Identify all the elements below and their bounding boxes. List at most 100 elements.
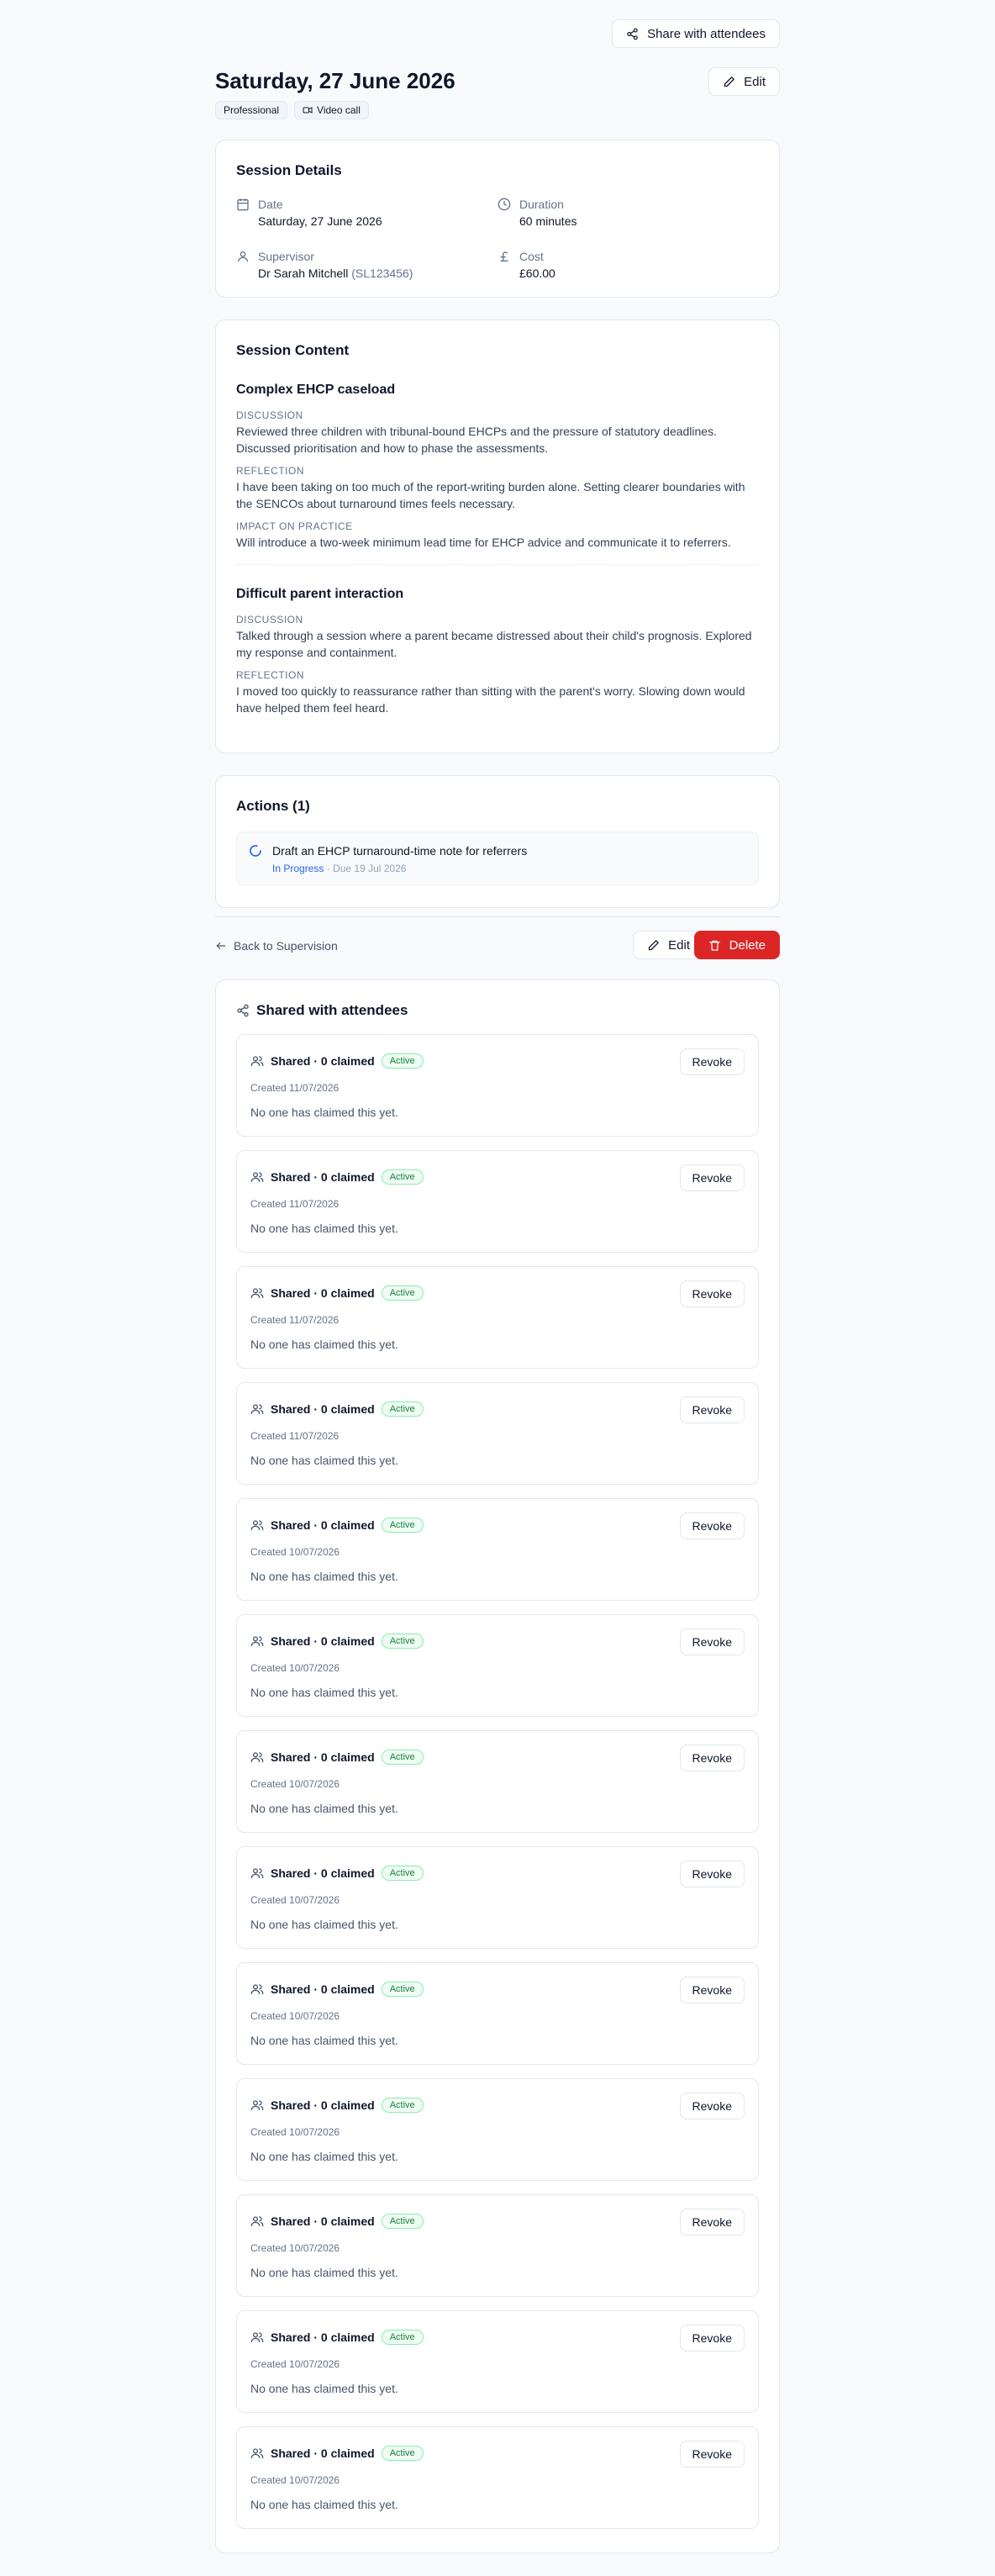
share-link-card: Shared · 0 claimed Active Created 11/07/… [236,1150,759,1253]
revoke-button[interactable]: Revoke [679,1164,745,1191]
users-icon [250,2216,264,2226]
share-link-card: Shared · 0 claimed Active Created 11/07/… [236,1382,759,1485]
section-text: I moved too quickly to reassurance rathe… [236,684,745,715]
section-text: I have been taking on too much of the re… [236,480,745,510]
supervisor-id: (SL123456) [351,267,413,280]
action-status: In Progress [272,863,324,874]
users-icon [250,1288,264,1298]
users-icon [250,1984,264,1994]
share-summary: Shared · 0 claimed [271,1170,375,1184]
section-text: Reviewed three children with tribunal-bo… [236,425,717,455]
action-title: Draft an EHCP turnaround-time note for r… [272,844,528,858]
status-badge: Active [381,1750,424,1765]
pound-icon [500,251,508,261]
share-claim-status: No one has claimed this yet. [250,1802,398,1815]
share-link-card: Shared · 0 claimed Active Created 10/07/… [236,1962,759,2065]
share-summary-row: Shared · 0 claimed Active [250,1866,745,1881]
status-badge: Active [381,1634,424,1649]
title-row: Saturday, 27 June 2026 Edit Professional… [215,67,780,140]
tag-label: Video call [317,104,361,116]
detail-cost: Cost £60.00 [498,248,759,282]
share-created-date: Created 10/07/2026 [250,1778,340,1790]
revoke-button[interactable]: Revoke [679,1745,745,1771]
supervisor-name: Dr Sarah Mitchell [258,267,349,280]
topic-complex-ehcp: Complex EHCP caseload Discussion Reviewe… [236,381,759,551]
revoke-button[interactable]: Revoke [679,2209,745,2236]
share-summary-row: Shared · 0 claimed Active [250,2330,745,2345]
users-icon [250,1752,264,1762]
share-summary-row: Shared · 0 claimed Active [250,1750,745,1765]
supervisor-label: Supervisor [258,250,314,263]
share-claim-status: No one has claimed this yet. [250,1338,398,1351]
share-button-label: Share with attendees [647,26,766,41]
share-summary: Shared · 0 claimed [271,1866,375,1880]
shared-header: Shared with attendees [236,1000,759,1021]
share-summary: Shared · 0 claimed [271,2331,375,2344]
date-value: Saturday, 27 June 2026 [258,214,382,228]
share-summary-row: Shared · 0 claimed Active [250,1285,745,1301]
section-label: Reflection [236,669,305,681]
share-claim-status: No one has claimed this yet. [250,2150,398,2163]
share-created-date: Created 11/07/2026 [250,1082,340,1094]
action-item[interactable]: Draft an EHCP turnaround-time note for r… [236,831,759,885]
status-badge: Active [381,1401,424,1417]
supervisor-value: Dr Sarah Mitchell (SL123456) [258,265,413,282]
in-progress-icon [250,845,261,857]
session-content-heading: Session Content [236,342,350,358]
tag-video-call: Video call [294,101,369,119]
revoke-button[interactable]: Revoke [679,2093,745,2119]
share-link-card: Shared · 0 claimed Active Created 10/07/… [236,2078,759,2181]
share-claim-status: No one has claimed this yet. [250,1918,398,1931]
section-label: Reflection [236,465,305,477]
share-created-date: Created 10/07/2026 [250,2474,340,2486]
revoke-button[interactable]: Revoke [679,2325,745,2352]
share-claim-status: No one has claimed this yet. [250,2034,398,2047]
share-summary: Shared · 0 claimed [271,2214,375,2228]
revoke-button[interactable]: Revoke [679,2441,745,2468]
duration-label: Duration [519,198,564,211]
section-text: Talked through a session where a parent … [236,629,752,659]
details-grid: Date Saturday, 27 June 2026 Duration 60 … [236,196,759,282]
cost-value: £60.00 [519,267,555,280]
revoke-button[interactable]: Revoke [679,1396,745,1423]
share-summary: Shared · 0 claimed [271,1750,375,1764]
share-created-date: Created 11/07/2026 [250,1314,340,1326]
users-icon [250,2332,264,2342]
revoke-button[interactable]: Revoke [679,1048,745,1075]
duration-value: 60 minutes [519,214,577,228]
revoke-button[interactable]: Revoke [679,1512,745,1539]
edit-button[interactable]: Edit [708,67,780,96]
share-summary: Shared · 0 claimed [271,1982,375,1996]
share-created-date: Created 11/07/2026 [250,1198,340,1210]
share-link-card: Shared · 0 claimed Active Created 10/07/… [236,2426,759,2529]
topic-difficult-parent: Difficult parent interaction Discussion … [236,585,759,716]
share-claim-status: No one has claimed this yet. [250,2382,398,2395]
pencil-icon [724,76,734,87]
share-link-card: Shared · 0 claimed Active Created 10/07/… [236,2310,759,2413]
share-link-card: Shared · 0 claimed Active Created 11/07/… [236,1034,759,1137]
share-summary: Shared · 0 claimed [271,1054,375,1068]
share-summary-row: Shared · 0 claimed Active [250,1053,745,1069]
users-icon [250,1868,264,1878]
delete-button[interactable]: Delete [693,931,780,959]
users-icon [250,2448,264,2458]
users-icon [250,1056,264,1066]
status-badge: Active [381,1982,424,1997]
share-with-attendees-button[interactable]: Share with attendees [612,19,780,48]
share-created-date: Created 10/07/2026 [250,1546,340,1558]
share-created-date: Created 10/07/2026 [250,2010,340,2022]
user-icon [238,251,248,262]
revoke-button[interactable]: Revoke [679,1977,745,2003]
back-to-supervision-link[interactable]: Back to Supervision [215,939,338,953]
edit-button-label: Edit [744,74,766,89]
status-badge: Active [381,1285,424,1301]
revoke-button[interactable]: Revoke [679,1280,745,1307]
share-link-card: Shared · 0 claimed Active Created 11/07/… [236,1266,759,1369]
session-details-heading: Session Details [236,162,342,178]
revoke-button[interactable]: Revoke [679,1861,745,1887]
video-icon [303,107,313,113]
revoke-button[interactable]: Revoke [679,1628,745,1655]
users-icon [250,2100,264,2110]
section-label: Discussion [236,614,303,626]
topic-title: Difficult parent interaction [236,587,404,601]
